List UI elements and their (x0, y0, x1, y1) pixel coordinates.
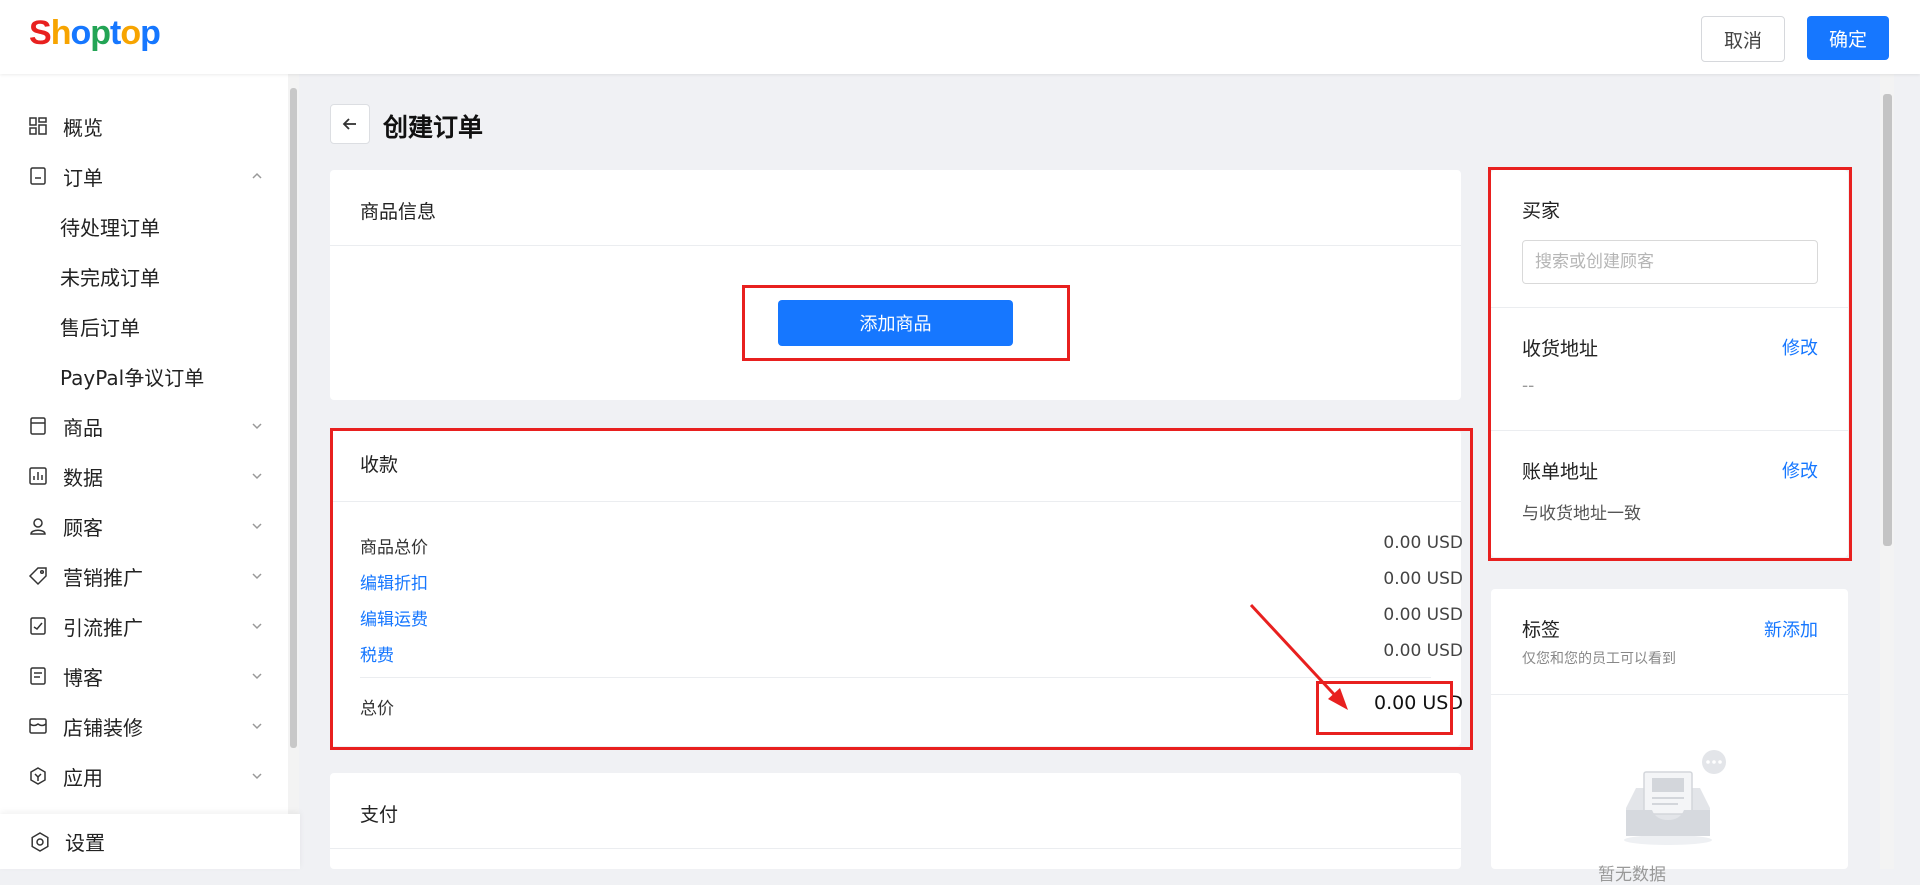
user-icon (30, 518, 46, 535)
product-info-title: 商品信息 (360, 201, 437, 223)
sidebar-scrollbar[interactable] (288, 74, 299, 814)
payment-summary-title: 收款 (360, 454, 399, 476)
payment-card: 支付 (330, 773, 1461, 869)
divider (1491, 307, 1848, 308)
chevron-down-icon (252, 473, 262, 480)
chart-icon (29, 467, 47, 485)
cancel-button[interactable]: 取消 (1701, 16, 1785, 62)
page-title: 创建订单 (383, 113, 484, 142)
sidebar: 概览 订单 待处理订单 未完成订单 售后订单 PayPal争议订单 商品 数据 (0, 74, 288, 869)
sidebar-item-settings[interactable]: 设置 (0, 814, 300, 869)
chevron-down-icon (252, 423, 262, 430)
tag-icon (28, 567, 47, 586)
store-icon (29, 718, 47, 734)
sidebar-item-traffic[interactable]: 引流推广 (0, 601, 288, 651)
sidebar-item-label: 数据 (63, 465, 103, 490)
annotation-arrow (1249, 603, 1348, 710)
tags-subtitle: 仅您和您的员工可以看到 (1522, 651, 1676, 667)
chevron-down-icon (252, 773, 262, 780)
blog-icon (30, 667, 46, 685)
back-button[interactable] (330, 104, 370, 144)
sidebar-item-label: PayPal争议订单 (60, 365, 205, 390)
shipping-value: 0.00 USD (1383, 605, 1463, 625)
order-icon (30, 167, 46, 185)
shoptop-logo[interactable]: Shoptop (29, 14, 161, 53)
total-label: 总价 (360, 699, 394, 719)
tax-value: 0.00 USD (1383, 641, 1463, 661)
sidebar-item-label: 未完成订单 (60, 265, 160, 290)
chevron-down-icon (252, 623, 262, 630)
sidebar-item-label: 待处理订单 (60, 215, 160, 240)
add-tag-link[interactable]: 新添加 (1764, 616, 1818, 642)
sidebar-item-overview[interactable]: 概览 (0, 101, 288, 151)
chevron-down-icon (252, 523, 262, 530)
main-scrollbar[interactable] (1880, 74, 1894, 869)
divider (1491, 430, 1848, 431)
sidebar-item-label: 订单 (63, 165, 103, 190)
divider (330, 501, 1461, 502)
tax-link[interactable]: 税费 (360, 641, 394, 666)
sidebar-item-incomplete-orders[interactable]: 未完成订单 (0, 251, 288, 301)
sidebar-item-paypal-disputes[interactable]: PayPal争议订单 (0, 351, 288, 401)
sidebar-item-blog[interactable]: 博客 (0, 651, 288, 701)
divider (1491, 694, 1848, 695)
total-value: 0.00 USD (1374, 692, 1463, 714)
settings-label: 设置 (65, 831, 105, 855)
chevron-down-icon (252, 573, 262, 580)
subtotal-label: 商品总价 (360, 538, 428, 558)
arrow-left-icon (342, 118, 356, 130)
sidebar-item-customers[interactable]: 顾客 (0, 501, 288, 551)
sidebar-item-orders[interactable]: 订单 (0, 151, 288, 201)
billing-address-value: 与收货地址一致 (1522, 504, 1641, 524)
divider (330, 848, 1461, 849)
chevron-down-icon (252, 673, 262, 680)
empty-text: 暂无数据 (1598, 865, 1666, 885)
shipping-address-title: 收货地址 (1522, 338, 1599, 360)
sidebar-item-label: 商品 (63, 415, 103, 440)
billing-address-title: 账单地址 (1522, 461, 1599, 483)
traffic-icon (30, 617, 46, 635)
subtotal-value: 0.00 USD (1383, 533, 1463, 553)
app-icon (30, 767, 46, 785)
product-icon (30, 417, 46, 435)
sidebar-item-products[interactable]: 商品 (0, 401, 288, 451)
edit-shipping-address-link[interactable]: 修改 (1782, 334, 1818, 360)
sidebar-item-label: 博客 (63, 665, 103, 690)
sidebar-item-label: 顾客 (63, 515, 103, 540)
sidebar-item-label: 营销推广 (63, 565, 143, 590)
sidebar-item-label: 引流推广 (63, 615, 143, 640)
sidebar-item-pending-orders[interactable]: 待处理订单 (0, 201, 288, 251)
gear-icon (31, 831, 49, 852)
discount-value: 0.00 USD (1383, 569, 1463, 589)
edit-shipping-link[interactable]: 编辑运费 (360, 605, 428, 630)
sidebar-item-label: 应用 (63, 765, 103, 790)
sidebar-item-store-design[interactable]: 店铺装修 (0, 701, 288, 751)
top-bar: Shoptop 取消 确定 (0, 0, 1920, 74)
tags-title: 标签 (1522, 619, 1561, 641)
add-product-button[interactable]: 添加商品 (778, 300, 1013, 346)
sidebar-item-label: 概览 (63, 115, 103, 140)
sidebar-item-data[interactable]: 数据 (0, 451, 288, 501)
buyer-title: 买家 (1522, 200, 1561, 222)
main-scrollbar-thumb[interactable] (1883, 94, 1892, 546)
sidebar-scrollbar-thumb[interactable] (290, 88, 297, 748)
sidebar-item-label: 店铺装修 (63, 715, 143, 740)
edit-discount-link[interactable]: 编辑折扣 (360, 569, 428, 594)
product-info-card: 商品信息 (330, 170, 1461, 400)
empty-inbox-icon (1624, 750, 1726, 845)
edit-billing-address-link[interactable]: 修改 (1782, 457, 1818, 483)
customer-search-input[interactable] (1522, 240, 1818, 284)
chevron-down-icon (252, 723, 262, 730)
dashboard-icon (29, 117, 47, 135)
shipping-address-value: -- (1522, 376, 1535, 396)
payment-title: 支付 (360, 804, 399, 826)
chevron-up-icon (252, 172, 262, 179)
sidebar-item-label: 售后订单 (60, 315, 140, 340)
sidebar-item-aftersale-orders[interactable]: 售后订单 (0, 301, 288, 351)
sidebar-item-marketing[interactable]: 营销推广 (0, 551, 288, 601)
sidebar-item-apps[interactable]: 应用 (0, 751, 288, 801)
confirm-button[interactable]: 确定 (1807, 16, 1889, 60)
divider (330, 245, 1461, 246)
